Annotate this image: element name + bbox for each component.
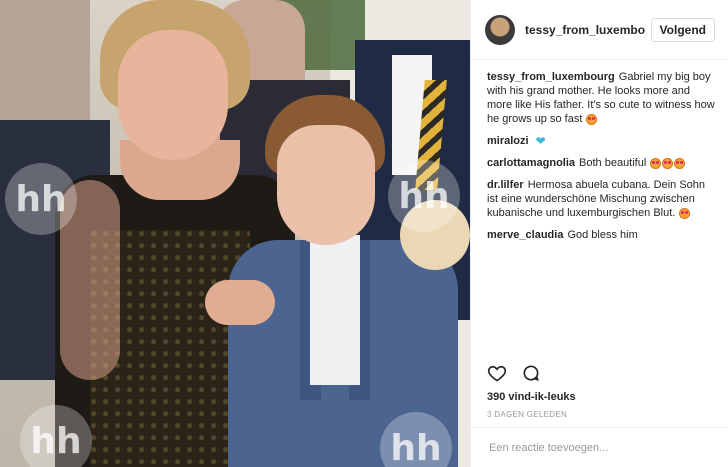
author-avatar[interactable] bbox=[485, 14, 515, 45]
add-comment-bar bbox=[471, 427, 728, 467]
watermark-logo: hh bbox=[20, 405, 92, 467]
blue-heart-emoji-icon: ❤ bbox=[535, 134, 546, 149]
post-photo[interactable]: hh hh hh hh bbox=[0, 0, 470, 467]
comments-list: tessy_from_luxembourg Gabriel my big boy … bbox=[471, 60, 728, 242]
boy-shirt bbox=[310, 235, 360, 385]
woman-face bbox=[118, 30, 228, 160]
comment-item: dr.lilfer Hermosa abuela cubana. Dein Soh… bbox=[487, 178, 715, 220]
comment-text: Both beautiful bbox=[579, 157, 647, 170]
boy-face bbox=[277, 125, 375, 245]
watermark-logo: hh bbox=[5, 163, 77, 235]
author-username[interactable]: tessy_from_luxembourg bbox=[525, 23, 645, 37]
action-bar bbox=[487, 363, 541, 383]
comment-item: carlottamagnolia Both beautiful bbox=[487, 156, 715, 170]
heart-eyes-emoji-icon bbox=[674, 157, 686, 169]
comment-username[interactable]: miralozi bbox=[487, 135, 529, 147]
post-header: tessy_from_luxembourg Volgend bbox=[471, 0, 728, 60]
comment-bubble-icon[interactable] bbox=[521, 363, 541, 383]
comment-text: God bless him bbox=[567, 229, 638, 242]
heart-outline-icon[interactable] bbox=[487, 363, 507, 383]
likes-count[interactable]: 390 vind-ik-leuks bbox=[487, 391, 576, 403]
heart-eyes-emoji-icon bbox=[662, 157, 674, 169]
caption-username[interactable]: tessy_from_luxembourg bbox=[487, 71, 615, 83]
comment-item: miralozi ❤ bbox=[487, 134, 715, 148]
comment-input[interactable] bbox=[487, 440, 713, 455]
comment-username[interactable]: merve_claudia bbox=[487, 229, 563, 241]
follow-button[interactable]: Volgend bbox=[650, 17, 715, 42]
heart-eyes-emoji-icon bbox=[679, 207, 691, 219]
comment-username[interactable]: dr.lilfer bbox=[487, 179, 524, 191]
comment-username[interactable]: carlottamagnolia bbox=[487, 157, 575, 169]
comment-item: merve_claudia God bless him bbox=[487, 228, 715, 242]
watermark-logo: hh bbox=[388, 160, 460, 232]
heart-eyes-emoji-icon bbox=[650, 157, 662, 169]
post-side-panel: tessy_from_luxembourg Volgend tessy_from… bbox=[470, 0, 728, 467]
caption: tessy_from_luxembourg Gabriel my big boy … bbox=[487, 70, 715, 126]
post-timestamp: 3 DAGEN GELEDEN bbox=[487, 410, 568, 419]
woman-hand bbox=[205, 280, 275, 325]
heart-eyes-emoji-icon bbox=[586, 113, 598, 125]
